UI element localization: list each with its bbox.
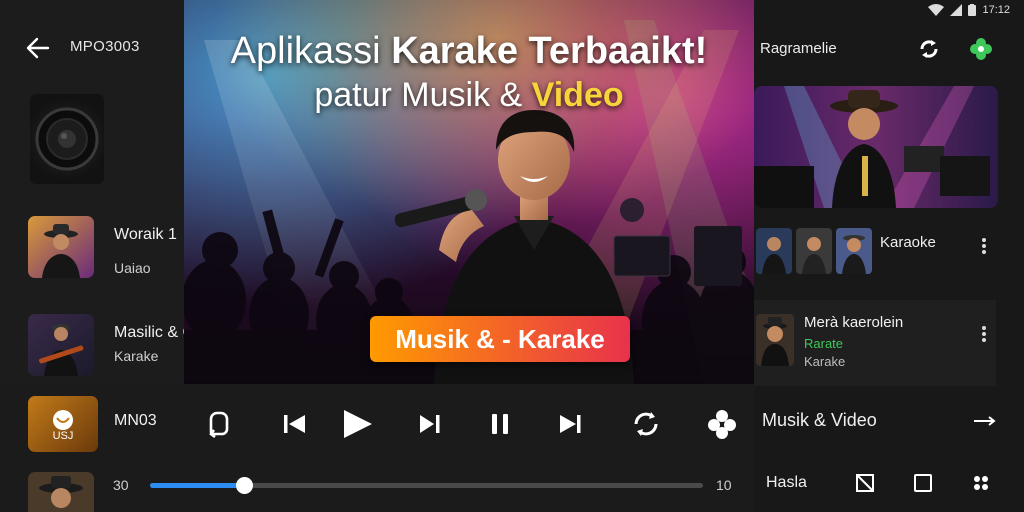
pause-icon[interactable] <box>480 404 520 444</box>
clover-icon[interactable] <box>968 36 994 62</box>
now-playing-thumbnail[interactable]: USJ <box>28 396 98 452</box>
featured-thumbnail[interactable] <box>754 86 998 208</box>
back-arrow-icon[interactable] <box>24 34 52 62</box>
track-thumbnail <box>28 314 94 376</box>
thumbnail-small[interactable] <box>796 228 832 274</box>
fast-forward-icon[interactable] <box>410 404 450 444</box>
skip-previous-icon[interactable] <box>274 404 314 444</box>
battery-icon <box>968 4 977 16</box>
left-topbar: MPO3003 <box>0 0 184 90</box>
video-badge: Musik & - Karake <box>370 316 630 362</box>
list-item[interactable]: Woraik 1 Uaiao <box>0 216 184 290</box>
wifi-icon <box>928 4 945 16</box>
section-label[interactable]: Musik & Video <box>762 410 877 431</box>
apps-grid-icon[interactable] <box>970 472 992 494</box>
track-thumbnail <box>28 216 94 278</box>
video-player[interactable]: Aplikassi Karake Terbaaikt! patur Musik … <box>184 0 754 384</box>
refresh-icon[interactable] <box>916 36 942 62</box>
player-controls-bar: USJ MN03 30 10 <box>0 384 754 512</box>
seek-bar-progress <box>150 483 244 488</box>
now-playing-title: MN03 <box>114 412 157 429</box>
card-subtitle: Karake <box>804 354 846 369</box>
square-icon[interactable] <box>912 472 934 494</box>
equalizer-icon[interactable] <box>702 404 742 444</box>
karaoke-label: Karaoke <box>880 234 936 251</box>
seek-bar-handle[interactable] <box>236 477 253 494</box>
right-panel-title: Ragramelie <box>760 40 837 57</box>
status-bar: 17:12 <box>928 4 1010 16</box>
skip-next-icon[interactable] <box>550 404 590 444</box>
list-item[interactable]: Masilic & Curladkes Karake <box>0 314 254 388</box>
seek-bar[interactable] <box>150 477 703 494</box>
more-options-icon[interactable] <box>978 236 990 260</box>
queue-thumbnail[interactable] <box>28 472 94 512</box>
status-time: 17:12 <box>982 4 1010 16</box>
card-title: Merà kaerolein <box>804 314 904 331</box>
now-playing-thumb-label: USJ <box>52 430 74 442</box>
video-subheadline-prefix: patur Musik & <box>314 76 532 114</box>
card-thumbnail <box>756 314 794 366</box>
left-panel-title: MPO3003 <box>70 38 140 55</box>
video-headline-light: Aplikassi <box>230 30 381 72</box>
track-subtitle: Uaiao <box>114 260 151 276</box>
video-headline: Aplikassi Karake Terbaaikt! <box>184 30 754 73</box>
video-headline-bold: Karake Terbaaikt! <box>391 30 708 72</box>
track-title: Woraik 1 <box>114 226 177 243</box>
video-subheadline-highlight: Video <box>531 76 624 114</box>
time-elapsed: 30 <box>113 477 129 493</box>
right-panel: 17:12 Ragramelie Karaoke Merà kaerolein … <box>754 0 1024 512</box>
arrow-right-icon[interactable] <box>972 412 996 430</box>
more-options-icon[interactable] <box>978 324 990 348</box>
footer-label[interactable]: Hasla <box>766 474 807 492</box>
signal-icon <box>950 4 963 16</box>
track-subtitle: Karake <box>114 348 159 364</box>
shuffle-icon[interactable] <box>626 404 666 444</box>
card-tag: Rarate <box>804 336 844 351</box>
thumbnail-small[interactable] <box>836 228 872 274</box>
time-total: 10 <box>716 477 732 493</box>
repeat-one-icon[interactable] <box>198 404 238 444</box>
speaker-thumbnail[interactable] <box>30 94 104 184</box>
thumbnail-small[interactable] <box>756 228 792 274</box>
play-icon[interactable] <box>336 404 376 444</box>
track-card[interactable]: Merà kaerolein Rarate Karake <box>754 300 996 386</box>
video-subheadline: patur Musik & Video <box>184 76 754 115</box>
crop-icon[interactable] <box>854 472 876 494</box>
